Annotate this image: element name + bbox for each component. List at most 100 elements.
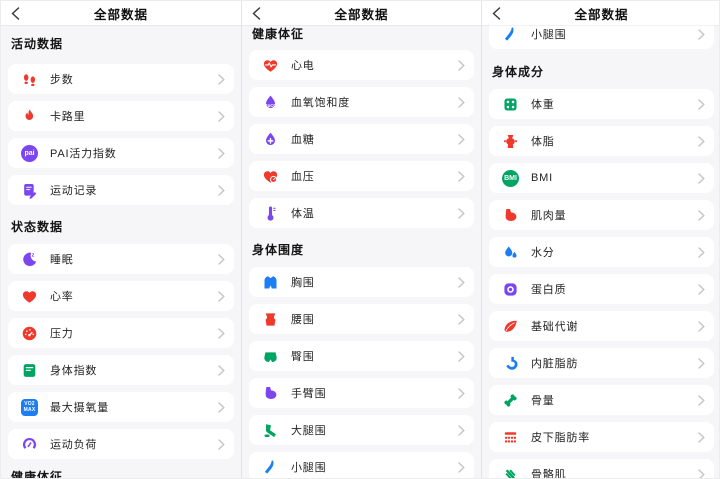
water-drop-icon — [502, 244, 519, 261]
list-item-label: 运动负荷 — [50, 439, 98, 451]
list-item[interactable]: 臀围 — [249, 341, 474, 371]
list-item-label: 身体指数 — [50, 365, 98, 377]
list-item[interactable]: 体重 — [489, 89, 714, 119]
list-item[interactable]: 基础代谢 — [489, 311, 714, 341]
list-item[interactable]: VO2 MAX 最大摄氧量 — [8, 392, 234, 422]
thermometer-icon — [262, 205, 279, 222]
list-item[interactable]: 腰围 — [249, 304, 474, 334]
subcutaneous-fat-icon — [502, 429, 519, 446]
list-item-label: 体脂 — [531, 136, 555, 148]
chevron-right-icon — [218, 401, 225, 413]
flame-icon — [21, 108, 38, 125]
chevron-right-icon — [698, 357, 705, 369]
chest-icon — [262, 274, 279, 291]
list-item[interactable]: 卡路里 — [8, 101, 234, 131]
chevron-right-icon — [218, 147, 225, 159]
list-item-label: 最大摄氧量 — [50, 402, 109, 414]
list-item[interactable]: 体脂 — [489, 126, 714, 156]
training-load-icon — [21, 436, 38, 453]
spo2-drop-icon: SpO2 — [262, 94, 279, 111]
list-item[interactable]: 水分 — [489, 237, 714, 267]
hip-icon — [262, 348, 279, 365]
list-item[interactable]: 体温 — [249, 198, 474, 228]
section: 身体围度胸围腰围臀围手臂围大腿围小腿围 — [242, 244, 481, 478]
list-item-label: 胸围 — [291, 277, 315, 289]
chevron-right-icon — [698, 135, 705, 147]
section: 状态数据 z 睡眠 心率 压力 身体指数 VO2 MAX 最大摄氧量 运动负荷 — [1, 221, 241, 459]
list-item[interactable]: 内脏脂肪 — [489, 348, 714, 378]
list-item[interactable]: 运动记录 — [8, 175, 234, 205]
list-item-label: 步数 — [50, 74, 74, 86]
list-item[interactable]: 肌肉量 — [489, 200, 714, 230]
list-item[interactable]: 心率 — [8, 281, 234, 311]
screen-body-composition: 全部数据 小腿围 身体成分 体重 体脂 BMI BMI 肌肉量 水分 蛋白质 基础代谢 内脏脂肪 骨量… — [481, 1, 719, 478]
list-item[interactable]: 血压 — [249, 161, 474, 191]
back-button[interactable] — [252, 1, 261, 25]
list-item[interactable]: 血糖 — [249, 124, 474, 154]
chevron-right-icon — [218, 184, 225, 196]
list-item[interactable]: pai PAI活力指数 — [8, 138, 234, 168]
chevron-right-icon — [218, 327, 225, 339]
list-item-label: 体重 — [531, 99, 555, 111]
list-item-label: 血糖 — [291, 134, 315, 146]
bmi-badge-icon: BMI — [502, 169, 519, 187]
bone-icon — [502, 392, 519, 409]
list-item[interactable]: 骨量 — [489, 385, 714, 415]
workout-record-icon — [21, 182, 38, 199]
stress-gauge-icon — [21, 325, 38, 342]
calf-icon — [502, 26, 519, 43]
list-item[interactable]: 手臂围 — [249, 378, 474, 408]
chevron-right-icon — [698, 98, 705, 110]
waist-icon — [262, 311, 279, 328]
list-item[interactable]: BMI BMI — [489, 163, 714, 193]
nav-header: 全部数据 — [1, 1, 241, 25]
arm-icon — [262, 385, 279, 402]
list-item[interactable]: 大腿围 — [249, 415, 474, 445]
list-item[interactable]: 身体指数 — [8, 355, 234, 385]
list-item-label: 手臂围 — [291, 388, 327, 400]
list-item[interactable]: 胸围 — [249, 267, 474, 297]
list-item[interactable]: SpO2 血氧饱和度 — [249, 87, 474, 117]
page-title: 全部数据 — [93, 7, 148, 22]
list-item-label: 肌肉量 — [531, 210, 567, 222]
chevron-right-icon — [458, 96, 465, 108]
chevron-left-icon — [492, 6, 501, 20]
blood-pressure-heart-icon — [262, 168, 279, 185]
chevron-right-icon — [458, 350, 465, 362]
back-button[interactable] — [492, 1, 501, 25]
list-item[interactable]: 步数 — [8, 64, 234, 94]
vo2max-badge-icon: VO2 MAX — [21, 398, 38, 416]
chevron-right-icon — [458, 424, 465, 436]
list-item-label: PAI活力指数 — [50, 148, 117, 160]
page-title: 全部数据 — [334, 7, 389, 22]
section: 健康体征 心电 SpO2 血氧饱和度 血糖 血压 体温 — [242, 28, 481, 228]
chevron-right-icon — [458, 59, 465, 71]
list-item[interactable]: 骨骼肌 — [489, 459, 714, 478]
list-item-label: 臀围 — [291, 351, 315, 363]
list-item[interactable]: 皮下脂肪率 — [489, 422, 714, 452]
list-item[interactable]: z 睡眠 — [8, 244, 234, 274]
list-item-label: 心电 — [291, 60, 315, 72]
visceral-fat-icon — [502, 355, 519, 372]
back-button[interactable] — [11, 1, 20, 25]
list-item-label: 运动记录 — [50, 185, 98, 197]
list-item-label: 骨量 — [531, 395, 555, 407]
list-item[interactable]: 小腿围 — [249, 452, 474, 478]
list-item[interactable]: 压力 — [8, 318, 234, 348]
list-item-label: 体温 — [291, 208, 315, 220]
chevron-right-icon — [218, 290, 225, 302]
section-title: 身体围度 — [252, 243, 305, 257]
list-item[interactable]: 蛋白质 — [489, 274, 714, 304]
list-item[interactable]: 心电 — [249, 50, 474, 80]
chevron-right-icon — [458, 461, 465, 473]
skeletal-muscle-icon — [502, 466, 519, 478]
list-item-label: 压力 — [50, 328, 74, 340]
list-item-label: 卡路里 — [50, 111, 86, 123]
list-body: 活动数据 步数 卡路里 pai PAI活力指数 运动记录 状态数据 z 睡眠 心率 压力 身体指数 VO… — [1, 38, 241, 478]
list-item-label: 大腿围 — [291, 425, 327, 437]
chevron-right-icon — [698, 394, 705, 406]
chevron-right-icon — [458, 387, 465, 399]
list-item-label: 蛋白质 — [531, 284, 567, 296]
list-item-label: 心率 — [50, 291, 74, 303]
list-item[interactable]: 运动负荷 — [8, 429, 234, 459]
